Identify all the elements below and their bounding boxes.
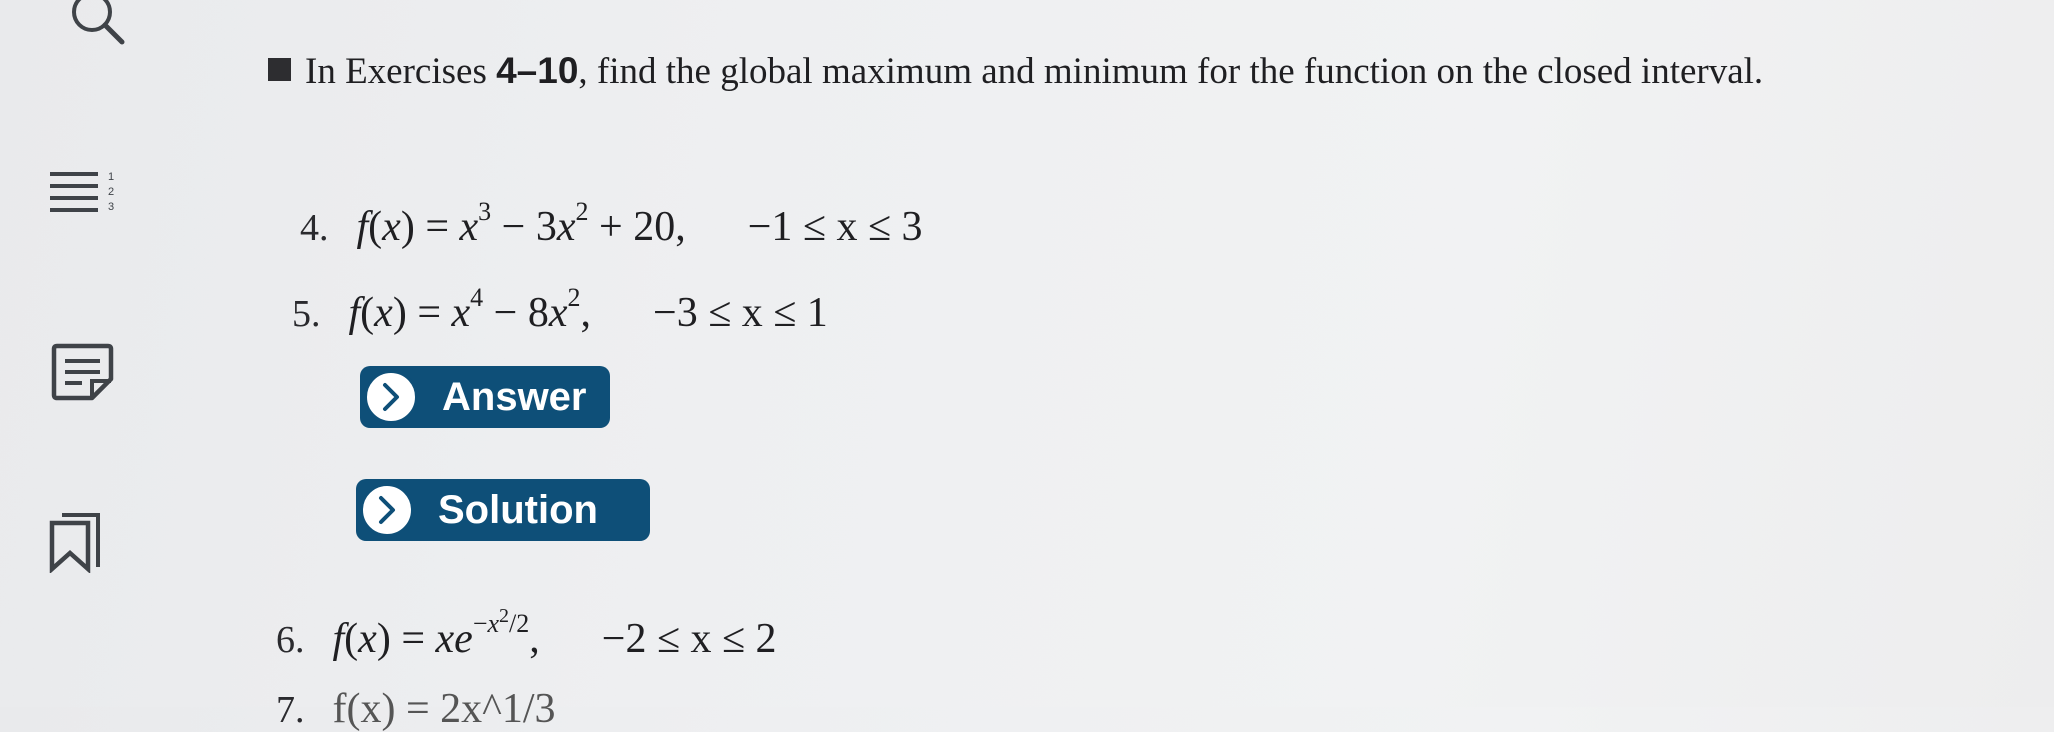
exercise-page: In Exercises 4–10, find the global maxim… <box>268 45 2028 97</box>
exercise-function: f(x) = x3 − 3x2 + 20, <box>356 197 686 250</box>
exercise-set-marker <box>268 58 291 81</box>
exercise-interval: −1 ≤ x ≤ 3 <box>747 204 923 250</box>
exercise-6: 6. f(x) = xe−x2/2, −2 ≤ x ≤ 2 <box>276 605 777 662</box>
svg-text:2: 2 <box>108 186 114 198</box>
svg-text:1: 1 <box>108 171 114 183</box>
reader-sidebar: 1 2 3 <box>0 0 150 707</box>
solution-button-label: Solution <box>438 487 598 532</box>
notes-icon[interactable] <box>50 343 116 401</box>
table-of-contents-icon[interactable]: 1 2 3 <box>48 168 126 218</box>
search-icon[interactable] <box>62 0 132 48</box>
exercise-interval: −3 ≤ x ≤ 1 <box>653 290 828 336</box>
exercise-number: 5. <box>292 293 321 335</box>
exercise-5: 5. f(x) = x4 − 8x2, −3 ≤ x ≤ 1 <box>292 283 828 336</box>
bookmark-icon[interactable] <box>48 509 108 573</box>
answer-button[interactable]: Answer <box>360 366 610 428</box>
exercise-function: f(x) = x4 − 8x2, <box>348 283 592 336</box>
exercise-4: 4. f(x) = x3 − 3x2 + 20, −1 ≤ x ≤ 3 <box>300 197 923 250</box>
exercise-interval: −2 ≤ x ≤ 2 <box>601 616 777 662</box>
exercise-7-partial: 7. f(x) = 2x^1/3 <box>276 688 556 730</box>
exercise-number: 4. <box>300 207 329 249</box>
solution-button[interactable]: Solution <box>356 479 650 541</box>
exercise-function: f(x) = 2x^1/3 <box>332 686 556 732</box>
chevron-right-icon <box>360 483 414 537</box>
exercise-number: 7. <box>276 689 305 731</box>
chevron-right-icon <box>364 370 418 424</box>
exercise-instructions: In Exercises 4–10, find the global maxim… <box>268 45 2008 97</box>
answer-button-label: Answer <box>442 374 587 419</box>
svg-text:3: 3 <box>108 201 114 213</box>
exercise-function: f(x) = xe−x2/2, <box>332 605 540 662</box>
exercise-number: 6. <box>276 619 305 661</box>
exercise-range: 4–10 <box>496 50 579 91</box>
